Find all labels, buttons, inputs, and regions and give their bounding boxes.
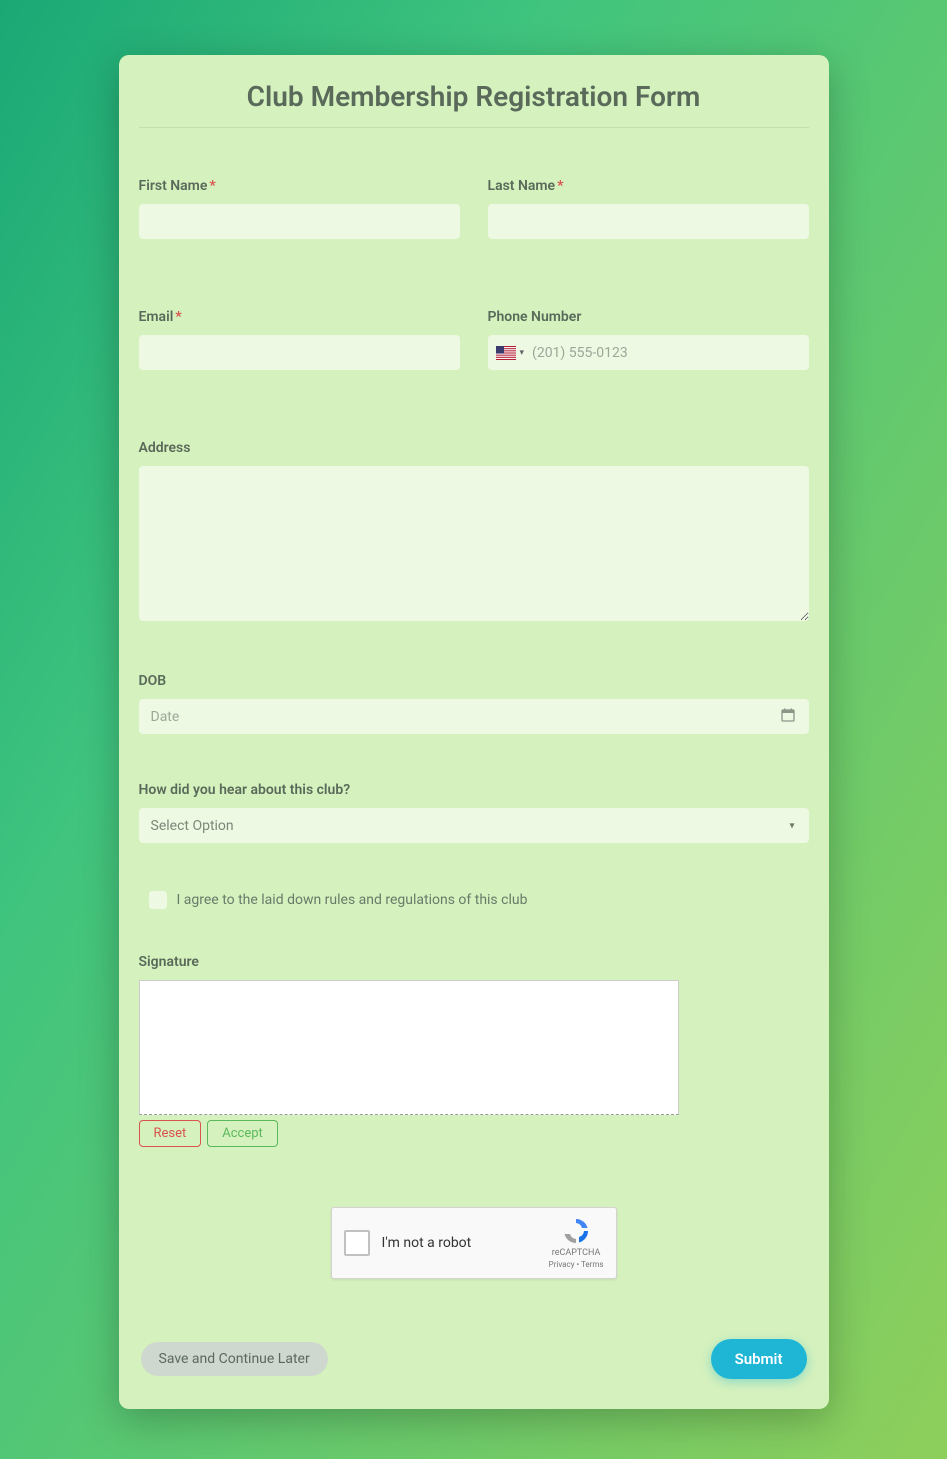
first-name-input[interactable] xyxy=(139,204,460,239)
email-input[interactable] xyxy=(139,335,460,370)
country-selector[interactable]: ▾ xyxy=(496,346,533,360)
hear-field: How did you hear about this club? Select… xyxy=(139,782,809,843)
submit-button[interactable]: Submit xyxy=(711,1339,807,1379)
accept-button[interactable]: Accept xyxy=(207,1120,278,1147)
contact-row: Email* Phone Number ▾ xyxy=(139,309,809,370)
address-field: Address xyxy=(139,440,809,625)
form-footer: Save and Continue Later Submit xyxy=(139,1339,809,1379)
dob-field: DOB xyxy=(139,673,809,734)
dob-label: DOB xyxy=(139,673,809,689)
agree-checkbox[interactable] xyxy=(149,891,167,909)
chevron-down-icon: ▾ xyxy=(520,348,525,358)
recaptcha: I'm not a robot reCAPTCHA Privacy • Term… xyxy=(331,1207,617,1279)
address-label: Address xyxy=(139,440,809,456)
recaptcha-checkbox[interactable] xyxy=(344,1230,370,1256)
phone-input[interactable] xyxy=(532,345,800,361)
required-marker: * xyxy=(175,309,181,325)
us-flag-icon xyxy=(496,346,516,360)
hear-select[interactable]: Select Option xyxy=(139,808,809,843)
email-label: Email* xyxy=(139,309,460,325)
save-continue-button[interactable]: Save and Continue Later xyxy=(141,1342,328,1376)
recaptcha-logo: reCAPTCHA Privacy • Terms xyxy=(549,1216,604,1270)
phone-label: Phone Number xyxy=(488,309,809,325)
recaptcha-text: I'm not a robot xyxy=(382,1235,537,1251)
hear-label: How did you hear about this club? xyxy=(139,782,809,798)
last-name-label: Last Name* xyxy=(488,178,809,194)
name-row: First Name* Last Name* xyxy=(139,178,809,239)
form-card: Club Membership Registration Form First … xyxy=(119,55,829,1409)
agree-label: I agree to the laid down rules and regul… xyxy=(177,892,528,908)
required-marker: * xyxy=(557,178,563,194)
first-name-label: First Name* xyxy=(139,178,460,194)
dob-input[interactable] xyxy=(139,699,809,734)
signature-label: Signature xyxy=(139,954,809,970)
recaptcha-icon xyxy=(561,1216,591,1246)
signature-pad[interactable] xyxy=(139,980,679,1115)
last-name-input[interactable] xyxy=(488,204,809,239)
reset-button[interactable]: Reset xyxy=(139,1120,202,1147)
phone-field: ▾ xyxy=(488,335,809,370)
signature-field: Signature Reset Accept xyxy=(139,954,809,1147)
page-title: Club Membership Registration Form xyxy=(139,80,809,128)
address-input[interactable] xyxy=(139,466,809,621)
required-marker: * xyxy=(209,178,215,194)
agree-row: I agree to the laid down rules and regul… xyxy=(149,891,809,909)
